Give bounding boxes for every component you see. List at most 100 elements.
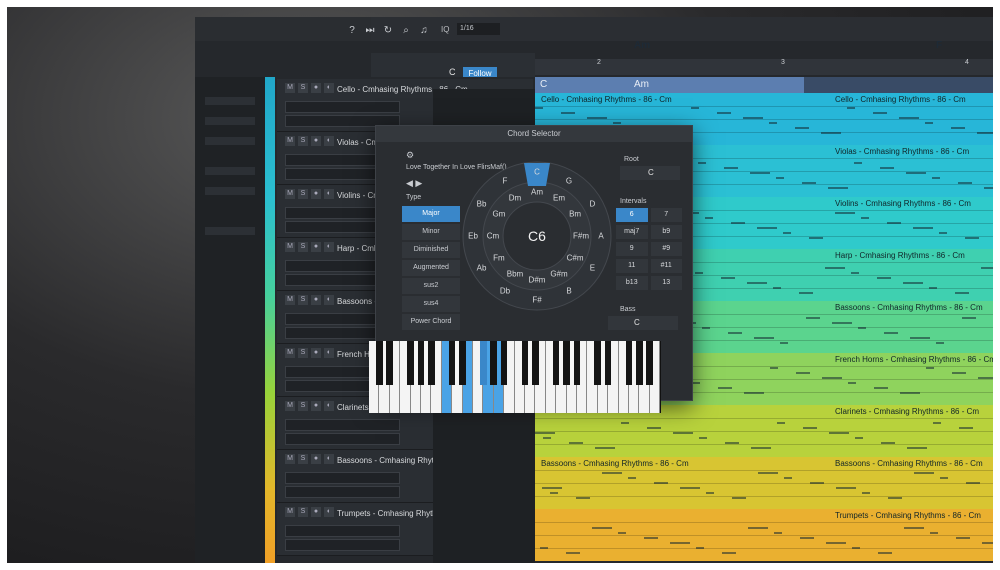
wheel-major-chord[interactable]: C [534, 168, 540, 177]
record-button[interactable]: ● [311, 136, 321, 146]
timeline-ruler[interactable]: 2 3 4 [535, 59, 993, 75]
mute-button[interactable]: M [285, 242, 295, 252]
black-key[interactable] [490, 341, 497, 385]
mute-button[interactable]: M [285, 401, 295, 411]
black-key[interactable] [459, 341, 466, 385]
piano-keyboard[interactable] [369, 341, 661, 413]
wheel-major-chord[interactable]: A [598, 232, 603, 241]
instrument-slot[interactable] [285, 525, 400, 537]
chord-type-item[interactable]: sus2 [402, 278, 460, 294]
record-button[interactable]: ● [311, 507, 321, 517]
black-key[interactable] [448, 341, 456, 385]
black-key[interactable] [521, 341, 529, 385]
black-key[interactable] [594, 341, 601, 385]
mute-button[interactable]: M [285, 136, 295, 146]
black-key[interactable] [386, 341, 393, 385]
output-slot[interactable] [285, 539, 400, 551]
mute-button[interactable]: M [285, 295, 295, 305]
record-button[interactable]: ● [311, 83, 321, 93]
interval-button[interactable]: 11 [616, 259, 648, 273]
solo-button[interactable]: S [298, 136, 308, 146]
wheel-minor-chord[interactable]: Fm [493, 254, 505, 263]
black-key[interactable] [532, 341, 539, 385]
chord-block-g[interactable]: G [987, 37, 993, 55]
solo-button[interactable]: S [298, 83, 308, 93]
interval-button[interactable]: 9 [616, 242, 648, 256]
chord-type-item[interactable]: Minor [402, 224, 460, 240]
solo-button[interactable]: S [298, 454, 308, 464]
black-key[interactable] [480, 341, 487, 385]
wheel-major-chord[interactable]: Db [500, 287, 510, 296]
chord-type-item[interactable]: Diminished [402, 242, 460, 258]
wheel-major-chord[interactable]: Bb [477, 200, 487, 209]
arrange-lane[interactable]: Bassoons - Cmhasing Rhythms - 86 - Cm Bas… [535, 457, 993, 509]
instrument-slot[interactable] [285, 472, 400, 484]
black-key[interactable] [552, 341, 560, 385]
black-key[interactable] [376, 341, 383, 385]
mute-button[interactable]: M [285, 507, 295, 517]
monitor-button[interactable]: ◐ [324, 401, 334, 411]
record-button[interactable]: ● [311, 454, 321, 464]
wheel-major-chord[interactable]: F [503, 176, 508, 185]
wheel-major-chord[interactable]: B [566, 287, 571, 296]
monitor-button[interactable]: ◐ [324, 507, 334, 517]
interval-button[interactable]: 6 [616, 208, 648, 222]
chord-type-item[interactable]: Major [402, 206, 460, 222]
black-key[interactable] [636, 341, 643, 385]
monitor-button[interactable]: ◐ [324, 189, 334, 199]
wheel-minor-chord[interactable]: G#m [550, 270, 567, 279]
solo-button[interactable]: S [298, 189, 308, 199]
solo-button[interactable]: S [298, 401, 308, 411]
wheel-major-chord[interactable]: Eb [468, 232, 478, 241]
wheel-minor-chord[interactable]: Dm [509, 193, 521, 202]
interval-button[interactable]: maj7 [616, 225, 648, 239]
output-slot[interactable] [285, 486, 400, 498]
chord-block-am-lower[interactable]: Am [629, 77, 804, 93]
black-key[interactable] [573, 341, 581, 385]
record-button[interactable]: ● [311, 348, 321, 358]
chord-block-am[interactable]: Am [629, 37, 828, 55]
chord-type-item[interactable]: Power Chord [402, 314, 460, 330]
bass-select[interactable]: C [608, 316, 678, 330]
solo-button[interactable]: S [298, 295, 308, 305]
arrange-lane[interactable]: Trumpets - Cmhasing Rhythms - 86 - Cm [535, 509, 993, 561]
wheel-minor-chord[interactable]: Am [531, 188, 543, 197]
black-key[interactable] [563, 341, 570, 385]
black-key[interactable] [428, 341, 435, 385]
black-key[interactable] [407, 341, 414, 385]
prev-next-arrows-icon[interactable]: ◀ ▶ [406, 178, 422, 189]
wheel-minor-chord[interactable]: Gm [492, 210, 505, 219]
loop-icon[interactable]: ↻ [381, 21, 395, 39]
interval-button[interactable]: 7 [650, 208, 682, 222]
monitor-button[interactable]: ◐ [324, 295, 334, 305]
wheel-major-chord[interactable]: G [566, 176, 572, 185]
wheel-minor-chord[interactable]: Bbm [507, 270, 523, 279]
mute-button[interactable]: M [285, 189, 295, 199]
record-button[interactable]: ● [311, 189, 321, 199]
solo-button[interactable]: S [298, 348, 308, 358]
wheel-minor-chord[interactable]: Cm [487, 232, 499, 241]
root-select[interactable]: C [620, 166, 680, 180]
chord-block-c[interactable]: C [535, 77, 632, 93]
interval-button[interactable]: b9 [650, 225, 682, 239]
mute-button[interactable]: M [285, 83, 295, 93]
black-key[interactable] [646, 341, 653, 385]
circle-of-fifths[interactable]: C G D A E B F# Db Ab Eb Bb F Am Em Bm F#m C#m G#m D#m Bbm Fm… [462, 156, 612, 316]
skip-forward-icon[interactable]: ⏭ [363, 21, 377, 39]
wheel-minor-chord[interactable]: D#m [529, 276, 546, 285]
chord-type-item[interactable]: sus4 [402, 296, 460, 312]
interval-button[interactable]: 13 [650, 276, 682, 290]
instrument-slot[interactable] [285, 419, 400, 431]
record-button[interactable]: ● [311, 295, 321, 305]
help-icon[interactable]: ? [345, 21, 359, 39]
metronome-icon[interactable]: ♫ [417, 21, 431, 39]
monitor-button[interactable]: ◐ [324, 83, 334, 93]
record-button[interactable]: ● [311, 401, 321, 411]
wheel-major-chord[interactable]: F# [532, 296, 541, 305]
search-icon[interactable]: ⌕ [399, 21, 413, 39]
interval-button[interactable]: #11 [650, 259, 682, 273]
wheel-major-chord[interactable]: E [590, 264, 595, 273]
interval-button[interactable]: b13 [616, 276, 648, 290]
wheel-minor-chord[interactable]: Bm [569, 210, 581, 219]
mute-button[interactable]: M [285, 454, 295, 464]
